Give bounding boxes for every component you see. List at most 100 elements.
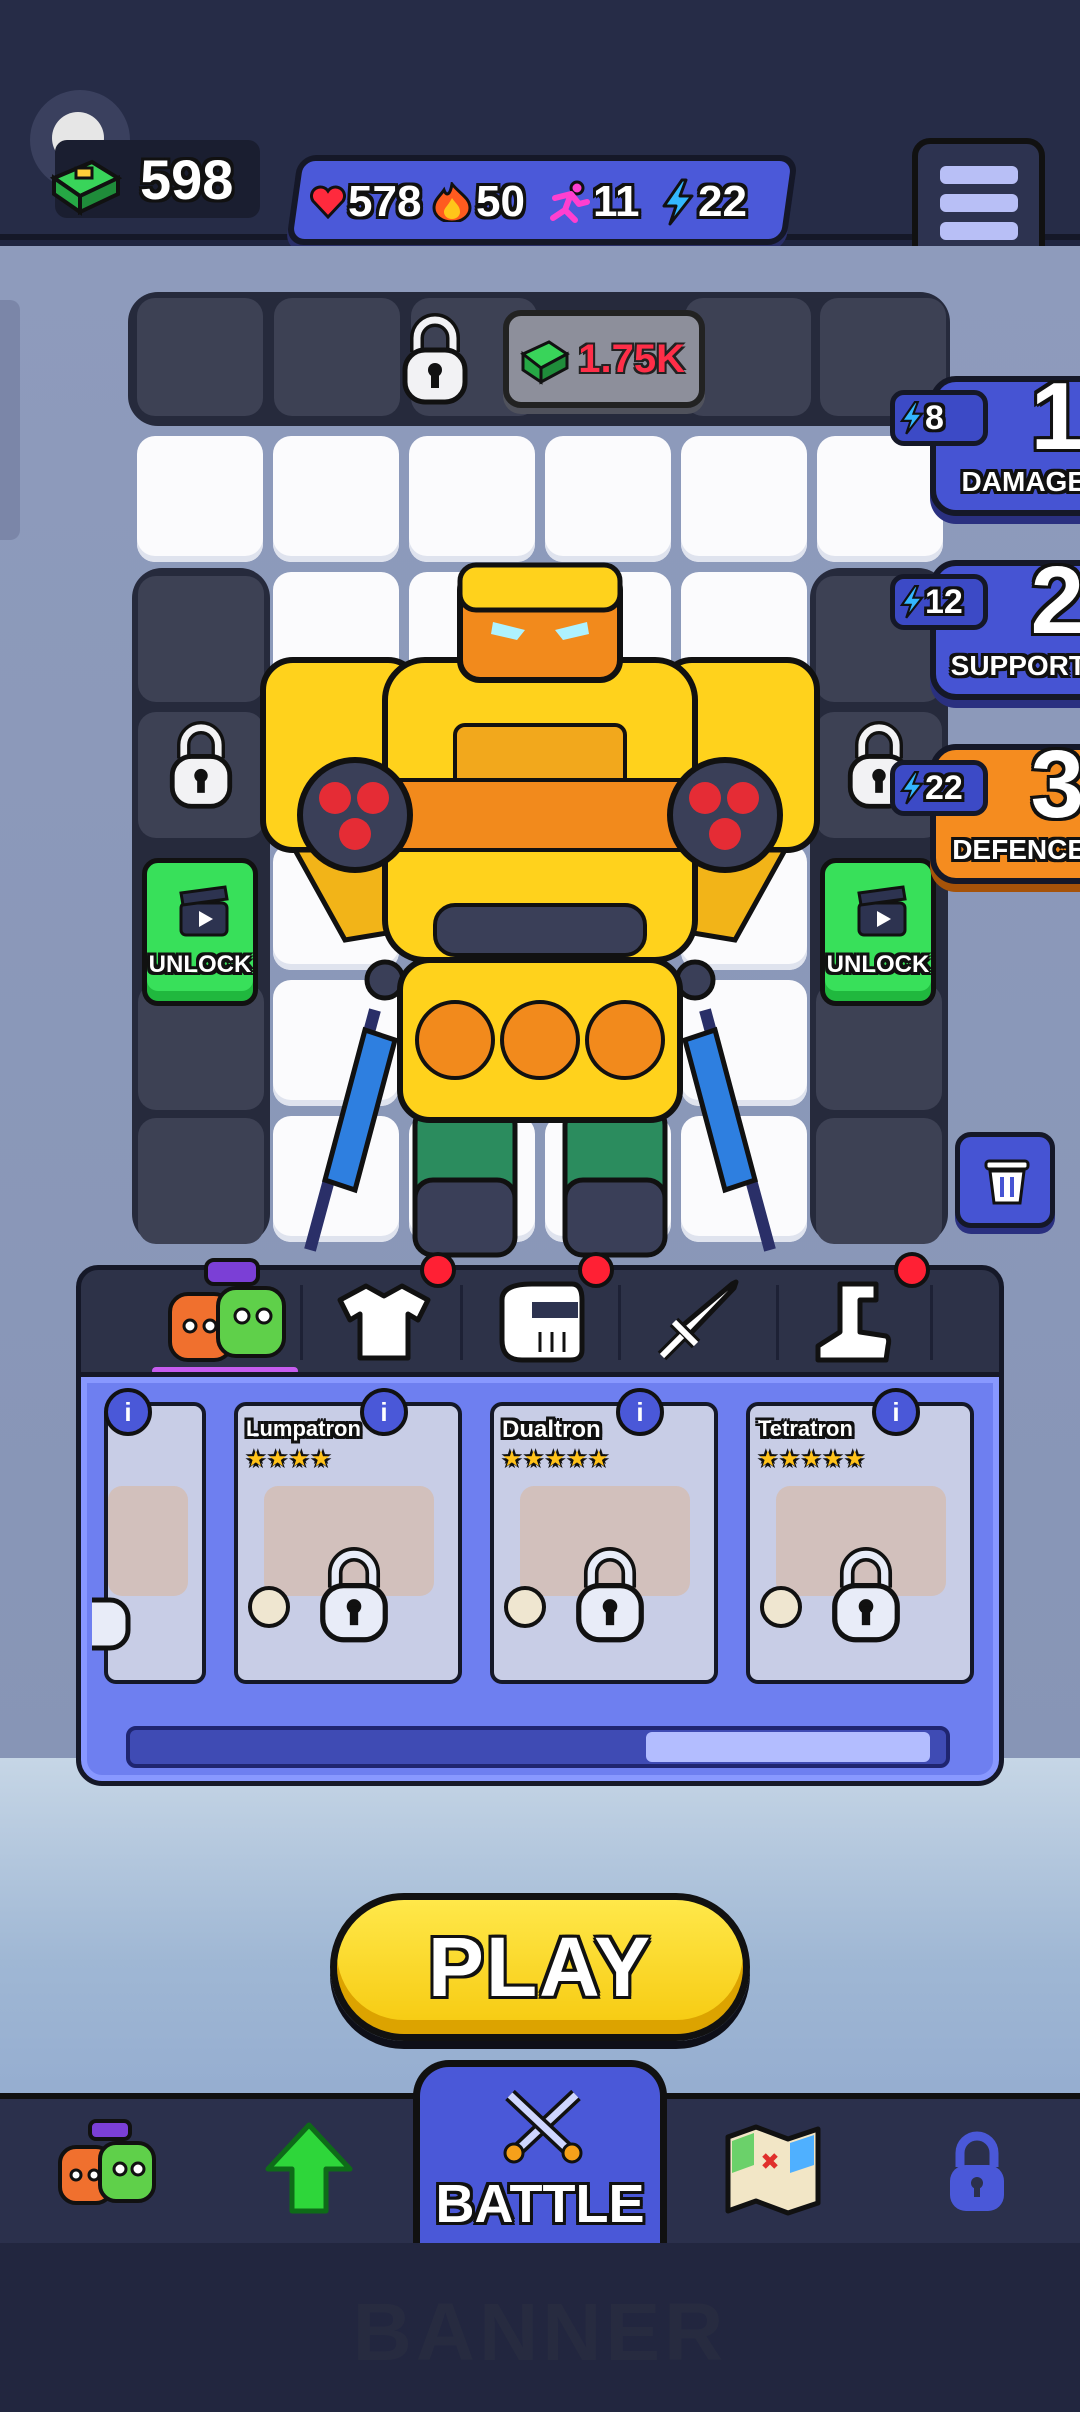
lightning-icon [662, 178, 694, 226]
lock-icon [320, 1547, 388, 1643]
video-ad-icon [857, 885, 907, 937]
lock-icon [402, 313, 468, 405]
energy-value: 22 [698, 177, 747, 226]
video-ad-icon [179, 885, 229, 937]
heart-icon [310, 185, 346, 219]
card-stars: ★★★★★ [502, 1446, 611, 1471]
armor-tab[interactable] [336, 1282, 432, 1362]
nav-map-button[interactable] [718, 2115, 828, 2225]
tab-divider [618, 1285, 621, 1360]
shield-icon [760, 1586, 802, 1628]
support-cost: 12 [925, 582, 963, 621]
damage-slot-label: DAMAGE [961, 466, 1080, 497]
health-value: 578 [348, 177, 422, 226]
tab-divider [776, 1285, 779, 1360]
robot-card-dualtron[interactable]: Dualtron ★★★★★ [490, 1402, 718, 1684]
robot-card-tetratron[interactable]: Tetratron ★★★★★ [746, 1402, 974, 1684]
boots-tab[interactable] [812, 1280, 892, 1364]
grid-cell[interactable] [681, 436, 807, 562]
grid-cell[interactable] [273, 436, 399, 562]
menu-icon [940, 166, 1018, 184]
info-button[interactable]: i [104, 1388, 152, 1436]
lock-icon [576, 1547, 644, 1643]
support-slot-label: SUPPORT [950, 650, 1080, 681]
card-name: Tetratron [758, 1416, 853, 1441]
locked-cell [138, 576, 264, 702]
fire-icon [432, 182, 472, 222]
locked-cell [138, 1118, 264, 1244]
grid-cell[interactable] [137, 436, 263, 562]
tab-divider [460, 1285, 463, 1360]
lock-icon [169, 720, 233, 809]
head-notification-badge [578, 1252, 614, 1288]
defence-slot-number: 3 [1030, 731, 1080, 838]
unlock-right-label: UNLOCK [826, 951, 930, 978]
wall-edge [0, 300, 20, 540]
card-stars: ★★★★ [246, 1446, 333, 1471]
battle-swords-icon [503, 2089, 583, 2164]
defence-slot-label: DEFENCE [952, 834, 1080, 865]
damage-slot-number: 1 [1030, 363, 1080, 470]
lock-icon [832, 1547, 900, 1643]
shield-icon [248, 1586, 290, 1628]
menu-icon-bar [940, 194, 1018, 212]
expand-price: 1.75K [578, 336, 685, 381]
head-tab[interactable] [492, 1280, 586, 1364]
robot-mech-image [260, 562, 820, 1258]
robot-card-lumpatron[interactable]: Lumpatron ★★★★ [234, 1402, 462, 1684]
grid-cell[interactable] [409, 436, 535, 562]
banner-label: BANNER [352, 2287, 728, 2378]
defence-cost-badge: 22 [890, 760, 988, 816]
play-label: PLAY [427, 1919, 653, 2014]
nav-locked-button[interactable] [922, 2115, 1032, 2225]
armor-notification-badge [420, 1252, 456, 1288]
info-button[interactable]: i [616, 1388, 664, 1436]
lightning-icon [899, 585, 925, 619]
trash-button[interactable] [955, 1132, 1055, 1228]
cash-value: 598 [140, 148, 234, 211]
speed-stat: 11 [545, 172, 640, 232]
damage-cost-badge: 8 [890, 390, 988, 446]
play-button[interactable]: PLAY [330, 1893, 750, 2041]
unlock-right-button[interactable]: UNLOCK [820, 858, 936, 1006]
weapon-tab[interactable] [652, 1278, 740, 1366]
shield-icon [504, 1586, 546, 1628]
battle-label: BATTLE [435, 2174, 645, 2234]
running-icon [550, 180, 590, 223]
support-cost-badge: 12 [890, 574, 988, 630]
grid-cell[interactable] [817, 436, 943, 562]
lightning-icon [899, 401, 925, 435]
nav-upgrade-button[interactable] [254, 2115, 364, 2225]
lock-icon [92, 1597, 131, 1651]
attack-stat: 50 [430, 172, 525, 232]
energy-stat: 22 [660, 172, 747, 232]
tab-divider [300, 1285, 303, 1360]
inventory-scroll-thumb[interactable] [646, 1732, 930, 1762]
menu-icon-bar [940, 222, 1018, 240]
nav-robots-button[interactable] [52, 2115, 162, 2225]
speed-value: 11 [593, 177, 640, 226]
attack-value: 50 [476, 177, 525, 226]
cash-icon [520, 340, 570, 385]
nav-battle-button[interactable]: BATTLE [413, 2060, 667, 2246]
info-button[interactable]: i [360, 1388, 408, 1436]
lightning-icon [899, 771, 925, 805]
card-name: Lumpatron [246, 1416, 361, 1441]
unlock-left-label: UNLOCK [148, 951, 252, 978]
health-stat: 578 [310, 172, 421, 232]
robots-tab[interactable] [162, 1256, 292, 1366]
locked-cell [816, 1118, 942, 1244]
cash-icon [49, 159, 122, 216]
trash-icon [984, 1159, 1030, 1205]
damage-cost: 8 [925, 398, 944, 437]
info-button[interactable]: i [872, 1388, 920, 1436]
grid-cell[interactable] [545, 436, 671, 562]
unlock-left-button[interactable]: UNLOCK [142, 858, 258, 1006]
defence-cost: 22 [925, 768, 963, 807]
locked-cell [274, 298, 400, 416]
expand-grid-button[interactable]: 1.75K [503, 310, 705, 408]
card-name: Dualtron [502, 1416, 601, 1443]
support-slot-number: 2 [1030, 547, 1080, 654]
locked-cell [137, 298, 263, 416]
card-stars: ★★★★★ [758, 1446, 867, 1471]
